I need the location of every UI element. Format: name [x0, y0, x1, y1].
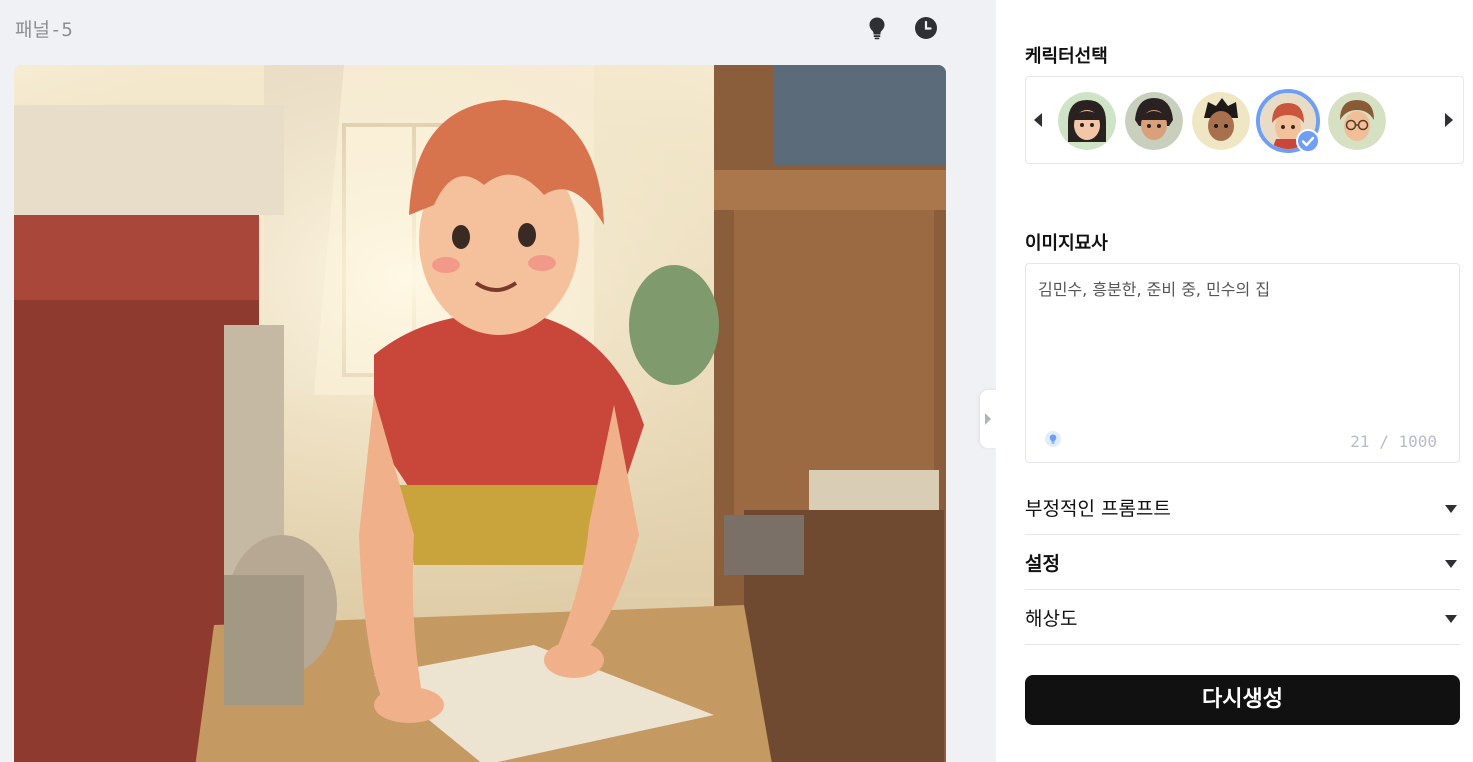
- lightbulb-icon[interactable]: [865, 16, 889, 40]
- character-avatar-4-selected[interactable]: [1256, 89, 1320, 153]
- character-carousel: [1025, 76, 1464, 164]
- image-description-label: 이미지묘사: [1025, 233, 1108, 254]
- generated-panel-image: [14, 65, 946, 762]
- clock-icon[interactable]: [914, 16, 938, 40]
- image-description-input[interactable]: 김민수, 흥분한, 준비 중, 민수의 집: [1038, 276, 1447, 416]
- chevron-down-icon: [1445, 615, 1457, 623]
- collapse-sidebar-handle[interactable]: [980, 390, 996, 448]
- character-avatar-3[interactable]: [1192, 92, 1250, 150]
- character-avatar-2[interactable]: [1125, 92, 1183, 150]
- negative-prompt-accordion[interactable]: 부정적인 프롬프트: [1025, 480, 1460, 535]
- character-avatar-5[interactable]: [1328, 92, 1386, 150]
- settings-label: 설정: [1025, 553, 1060, 575]
- prompt-hint-icon[interactable]: [1044, 430, 1062, 448]
- regenerate-button[interactable]: 다시생성: [1025, 675, 1460, 725]
- resolution-accordion[interactable]: 해상도: [1025, 590, 1460, 645]
- chevron-down-icon: [1445, 505, 1457, 513]
- character-count: 21 / 1000: [1350, 432, 1437, 451]
- image-description-box: 김민수, 흥분한, 준비 중, 민수의 집 21 / 1000: [1025, 263, 1460, 463]
- character-select-label: 케릭터선택: [1025, 46, 1108, 67]
- selected-check-icon: [1296, 129, 1320, 153]
- chevron-down-icon: [1445, 560, 1457, 568]
- settings-accordion[interactable]: 설정: [1025, 535, 1460, 590]
- carousel-next-button[interactable]: [1441, 111, 1457, 129]
- negative-prompt-label: 부정적인 프롬프트: [1025, 498, 1171, 520]
- image-workspace: 패널-5: [0, 0, 996, 762]
- panel-title: 패널-5: [15, 19, 73, 41]
- settings-sidebar: 케릭터선택 이미지묘사 김민수, 흥분한, 준비 중, 민수의 집 21 / 1…: [996, 0, 1473, 762]
- character-avatar-1[interactable]: [1058, 92, 1116, 150]
- clipped-section-heading: [1025, 0, 1032, 10]
- resolution-label: 해상도: [1025, 608, 1078, 630]
- carousel-prev-button[interactable]: [1030, 111, 1046, 129]
